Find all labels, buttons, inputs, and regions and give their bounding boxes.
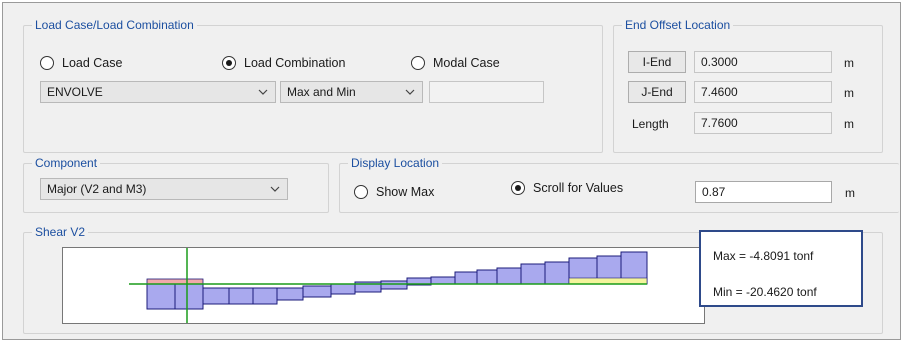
radio-modal-case[interactable]: Modal Case	[411, 56, 500, 70]
location-unit: m	[845, 186, 855, 200]
frame-diagram-window: Load Case/Load Combination Load Case Loa…	[2, 2, 901, 340]
shear-diagram[interactable]	[62, 247, 705, 324]
radio-scroll-for-values-label: Scroll for Values	[533, 181, 624, 195]
i-end-button[interactable]: I-End	[628, 51, 686, 73]
location-input[interactable]: 0.87	[695, 181, 832, 203]
shear-max-text: Max = -4.8091 tonf	[713, 249, 814, 263]
shear-bar	[276, 287, 304, 301]
radio-load-case-dot[interactable]	[40, 56, 54, 70]
support-zone-fill	[568, 277, 648, 285]
i-end-value: 0.3000	[694, 51, 832, 73]
length-unit: m	[844, 117, 854, 131]
radio-modal-case-dot[interactable]	[411, 56, 425, 70]
radio-load-case[interactable]: Load Case	[40, 56, 122, 70]
shear-bar	[430, 276, 456, 285]
shear-bar	[496, 267, 522, 285]
radio-load-combination[interactable]: Load Combination	[222, 56, 345, 70]
shear-bar	[202, 287, 230, 305]
shear-bar	[228, 287, 254, 305]
i-end-unit: m	[844, 56, 854, 70]
radio-scroll-for-values-dot[interactable]	[511, 181, 525, 195]
j-end-value: 7.4600	[694, 81, 832, 103]
display-location-group: Display Location Show Max Scroll for Val…	[339, 156, 899, 213]
shear-bar	[544, 261, 570, 285]
radio-modal-case-label: Modal Case	[433, 56, 500, 70]
radio-load-combination-label: Load Combination	[244, 56, 346, 70]
chevron-down-icon	[269, 183, 281, 195]
envelope-select-value: Max and Min	[287, 85, 356, 99]
radio-show-max-label: Show Max	[376, 185, 435, 199]
chevron-down-icon	[404, 86, 416, 98]
step-field[interactable]	[429, 81, 544, 103]
chevron-down-icon	[257, 86, 269, 98]
shear-bar	[302, 285, 332, 298]
combination-select[interactable]: ENVOLVE	[40, 81, 276, 103]
shear-bar	[252, 287, 278, 305]
shear-bar	[380, 280, 408, 290]
combination-select-value: ENVOLVE	[47, 85, 103, 99]
component-select-value: Major (V2 and M3)	[47, 182, 147, 196]
shear-bar	[174, 283, 204, 310]
j-end-unit: m	[844, 86, 854, 100]
shear-diagram-svg	[129, 248, 648, 323]
radio-show-max[interactable]: Show Max	[354, 185, 434, 199]
length-label: Length	[632, 117, 669, 131]
component-group-title: Component	[32, 156, 101, 170]
shear-bar	[330, 283, 356, 295]
envelope-select[interactable]: Max and Min	[280, 81, 423, 103]
shear-bar	[146, 283, 176, 310]
radio-load-combination-dot[interactable]	[222, 56, 236, 70]
load-case-group: Load Case/Load Combination Load Case Loa…	[23, 18, 603, 153]
shear-group-title: Shear V2	[32, 225, 89, 239]
display-location-group-title: Display Location	[348, 156, 443, 170]
end-offset-group: End Offset Location I-End 0.3000 m J-End…	[613, 18, 883, 153]
shear-bar	[454, 271, 478, 285]
j-end-button[interactable]: J-End	[628, 81, 686, 103]
radio-scroll-for-values[interactable]: Scroll for Values	[511, 181, 623, 195]
end-offset-group-title: End Offset Location	[622, 18, 734, 32]
shear-min-text: Min = -20.4620 tonf	[713, 285, 817, 299]
radio-load-case-label: Load Case	[62, 56, 123, 70]
shear-bar	[476, 269, 498, 285]
component-group: Component Major (V2 and M3)	[23, 156, 329, 213]
component-select[interactable]: Major (V2 and M3)	[40, 178, 288, 200]
shear-bar	[520, 263, 546, 285]
radio-show-max-dot[interactable]	[354, 185, 368, 199]
shear-extremes-box: Max = -4.8091 tonf Min = -20.4620 tonf	[699, 230, 863, 307]
length-value: 7.7600	[694, 112, 832, 134]
load-case-group-title: Load Case/Load Combination	[32, 18, 197, 32]
